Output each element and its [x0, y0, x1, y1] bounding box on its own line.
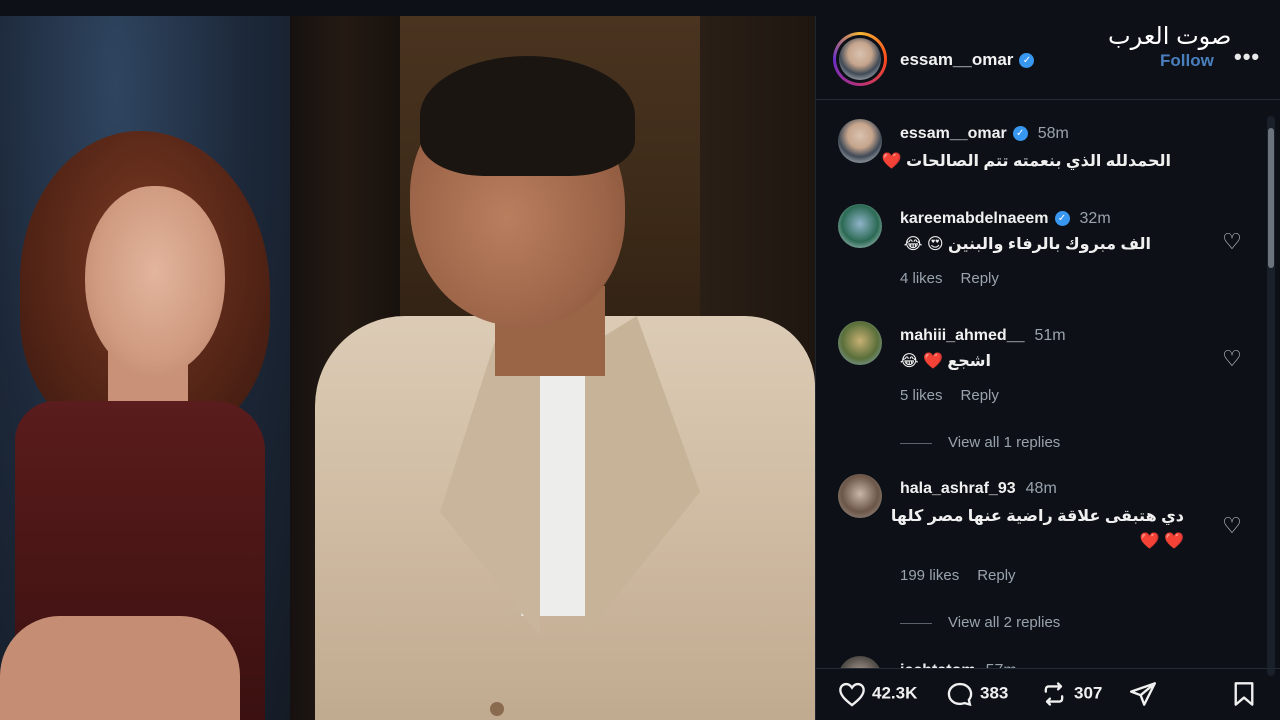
comment-button[interactable]: 383 [946, 681, 1008, 707]
comment-avatar[interactable] [838, 656, 882, 668]
post-actions-bar: 42.3K 383 307 [816, 668, 1280, 720]
comment-likes[interactable]: 199 likes [900, 567, 959, 584]
comment-username[interactable]: hala_ashraf_93 48m [900, 480, 1057, 498]
verified-badge-icon: ✓ [1054, 211, 1070, 227]
repost-button[interactable]: 307 [1040, 681, 1102, 707]
reply-button[interactable]: Reply [977, 567, 1015, 584]
scrollbar-thumb[interactable] [1268, 128, 1274, 268]
view-replies-button[interactable]: View all 1 replies [900, 434, 1060, 451]
comment-avatar[interactable] [838, 474, 882, 518]
reply-button[interactable]: Reply [961, 270, 999, 287]
comment-meta: 199 likes Reply [900, 567, 1034, 584]
comment-likes[interactable]: 5 likes [900, 387, 943, 404]
send-icon [1129, 682, 1156, 706]
comment-time: 48m [1025, 480, 1057, 497]
comment-username[interactable]: mahiii_ahmed__ 51m [900, 327, 1066, 345]
comment-avatar[interactable] [838, 204, 882, 248]
like-comment-heart-icon[interactable]: ♡ [1220, 230, 1244, 254]
verified-badge-icon: ✓ [1019, 53, 1035, 69]
comment-time: 51m [1034, 327, 1066, 344]
comment-likes[interactable]: 4 likes [900, 270, 943, 287]
repost-icon [1044, 682, 1064, 706]
author-username[interactable]: essam__omar ✓ [900, 50, 1035, 70]
comment-meta: 4 likes Reply [900, 270, 1017, 287]
view-replies-label: View all 1 replies [948, 434, 1061, 451]
comment-text-line-2: ❤️ ❤️ [1139, 533, 1184, 550]
comment-text: دي هتبقى علاقة راضية عنها مصر كلها [890, 508, 1184, 525]
comment-username-text: kareemabdelnaeem [900, 210, 1049, 227]
post-photo [0, 16, 815, 720]
comments-panel: essam__omar ✓ Follow ••• صوت العرب essam_… [815, 16, 1280, 720]
like-comment-heart-icon[interactable]: ♡ [1220, 347, 1244, 371]
save-button[interactable] [1232, 681, 1262, 707]
caption-time: 58m [1037, 125, 1069, 142]
likes-count: 42.3K [872, 683, 918, 703]
watermark-text: صوت العرب [1108, 23, 1232, 50]
reposts-count: 307 [1074, 683, 1103, 703]
comment-username-text: hala_ashraf_93 [900, 480, 1016, 497]
caption-username[interactable]: essam__omar ✓ 58m [900, 125, 1069, 143]
caption-text: الحمدلله الذي بنعمته تتم الصالحات ❤️ [881, 153, 1171, 170]
author-avatar[interactable] [833, 32, 887, 86]
comment-text: الف مبروك بالرفاء والبنين 😍 😂 [903, 236, 1151, 253]
man-jacket-button [490, 702, 504, 716]
like-comment-heart-icon[interactable]: ♡ [1220, 514, 1244, 538]
bookmark-icon [1234, 682, 1254, 706]
view-replies-label: View all 2 replies [948, 614, 1061, 631]
comment-time: 32m [1079, 210, 1111, 227]
comment-avatar[interactable] [838, 321, 882, 365]
comment-item-partial: jechtatom57m [816, 656, 1256, 668]
author-username-text: essam__omar [900, 50, 1014, 69]
replies-divider-line [900, 622, 932, 624]
share-button[interactable] [1128, 681, 1164, 707]
comments-scrollbar[interactable] [1267, 116, 1275, 676]
more-options-icon[interactable]: ••• [1234, 44, 1260, 70]
woman-arm [0, 616, 240, 720]
caption-avatar[interactable] [838, 119, 882, 163]
woman-face [85, 186, 225, 376]
follow-button[interactable]: Follow [1160, 51, 1214, 71]
like-button[interactable]: 42.3K [838, 681, 917, 707]
comment-text: اشجع ❤️ 😂 [899, 353, 991, 370]
verified-badge-icon: ✓ [1012, 126, 1028, 142]
man-hair [420, 56, 635, 176]
comment-meta: 5 likes Reply [900, 387, 1017, 404]
view-replies-button[interactable]: View all 2 replies [900, 614, 1060, 631]
comment-bubble-icon [947, 682, 973, 707]
comment-username[interactable]: kareemabdelnaeem ✓ 32m [900, 210, 1111, 228]
reply-button[interactable]: Reply [961, 387, 999, 404]
replies-divider-line [900, 442, 932, 444]
heart-icon [839, 682, 865, 707]
comments-count: 383 [980, 683, 1009, 703]
comment-username-text: mahiii_ahmed__ [900, 327, 1025, 344]
post-header: essam__omar ✓ Follow ••• صوت العرب [816, 16, 1280, 100]
avatar-image [839, 38, 881, 80]
caption-username-text: essam__omar [900, 125, 1007, 142]
top-bar [0, 0, 1280, 16]
